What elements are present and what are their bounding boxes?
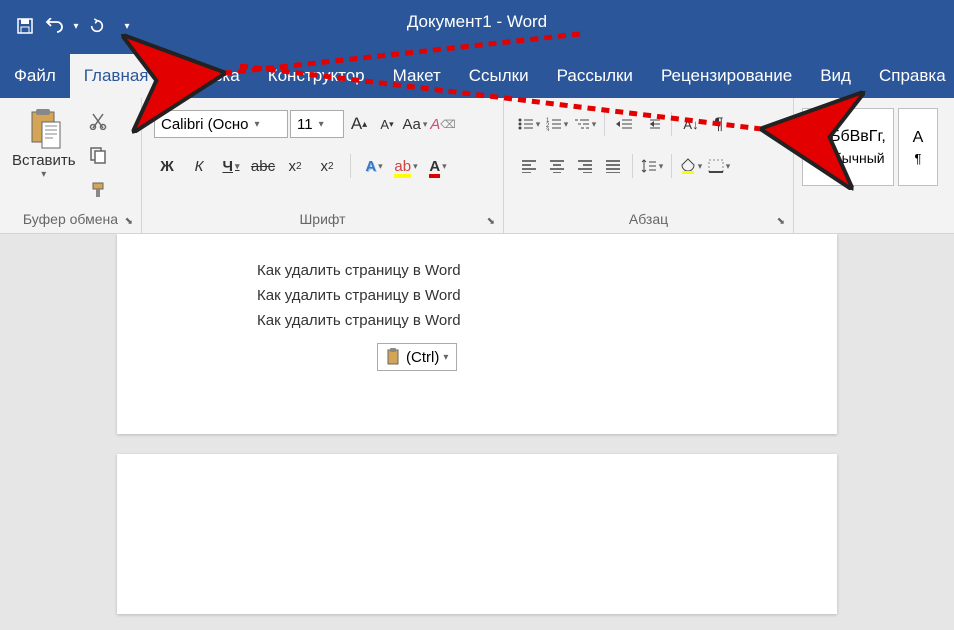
group-styles: АаБбВвГг, ¶ Обычный А ¶ [794, 98, 954, 233]
redo-icon[interactable] [82, 11, 112, 41]
undo-icon[interactable] [40, 11, 70, 41]
tab-review[interactable]: Рецензирование [647, 54, 806, 98]
tab-design[interactable]: Конструктор [254, 54, 379, 98]
tab-layout[interactable]: Макет [379, 54, 455, 98]
page-2[interactable] [117, 454, 837, 614]
align-right-icon[interactable] [572, 153, 598, 179]
highlight-button[interactable]: ab [393, 153, 419, 179]
paste-options-popup[interactable]: (Ctrl) ▾ [377, 343, 457, 371]
qat-more-icon[interactable]: ▾ [112, 11, 142, 41]
clipboard-icon [386, 348, 402, 366]
change-case-button[interactable]: Aa [402, 111, 428, 137]
decrease-indent-icon[interactable] [611, 111, 637, 137]
clipboard-launcher-icon[interactable]: ⬊ [125, 216, 133, 227]
doc-line[interactable]: Как удалить страницу в Word [257, 287, 697, 304]
bullets-button[interactable] [516, 111, 542, 137]
justify-icon[interactable] [600, 153, 626, 179]
paragraph-launcher-icon[interactable]: ⬊ [777, 216, 785, 227]
font-color-button[interactable]: A [425, 153, 451, 179]
doc-line[interactable]: Как удалить страницу в Word [257, 312, 697, 329]
tab-home[interactable]: Главная [70, 54, 163, 98]
save-icon[interactable] [10, 11, 40, 41]
paste-button[interactable]: Вставить ▾ [6, 104, 82, 207]
page-1[interactable]: Как удалить страницу в Word Как удалить … [117, 234, 837, 434]
cut-icon[interactable] [86, 109, 110, 133]
font-name-combo[interactable]: Calibri (Осно▾ [154, 110, 288, 138]
superscript-button[interactable]: x2 [314, 153, 340, 179]
group-paragraph-label: Абзац⬊ [510, 207, 787, 231]
group-clipboard-label: Буфер обмена⬊ [6, 207, 135, 231]
tab-insert[interactable]: Вставка [163, 54, 254, 98]
paste-label: Вставить [12, 152, 76, 169]
style-normal-preview: АаБбВвГг, [810, 128, 886, 146]
font-launcher-icon[interactable]: ⬊ [487, 216, 495, 227]
svg-text:3: 3 [546, 128, 550, 131]
style-next-preview: А [913, 129, 924, 147]
tab-help[interactable]: Справка [865, 54, 954, 98]
italic-button[interactable]: К [186, 153, 212, 179]
sort-button[interactable]: А↓ [678, 111, 704, 137]
clear-format-icon[interactable]: A⌫ [430, 111, 456, 137]
numbering-button[interactable]: 123 [544, 111, 570, 137]
group-font: Calibri (Осно▾ 11▾ A▴ A▾ Aa A⌫ Ж К Ч abc… [142, 98, 504, 233]
align-left-icon[interactable] [516, 153, 542, 179]
increase-indent-icon[interactable] [639, 111, 665, 137]
tab-mailings[interactable]: Рассылки [543, 54, 647, 98]
undo-dropdown-icon[interactable]: ▾ [70, 11, 82, 41]
style-normal[interactable]: АаБбВвГг, ¶ Обычный [802, 108, 894, 186]
show-marks-icon[interactable]: ¶ [706, 111, 732, 137]
group-clipboard: Вставить ▾ Буфер обмена⬊ [0, 98, 142, 233]
bold-button[interactable]: Ж [154, 153, 180, 179]
group-paragraph: 123 А↓ ¶ Абзац⬊ [504, 98, 794, 233]
style-next[interactable]: А ¶ [898, 108, 938, 186]
style-normal-name: ¶ Обычный [811, 150, 884, 166]
copy-icon[interactable] [86, 143, 110, 167]
window-title: Документ1 - Word [327, 12, 627, 32]
titlebar: ▾ ▾ Документ1 - Word [0, 0, 954, 52]
align-center-icon[interactable] [544, 153, 570, 179]
font-size-combo[interactable]: 11▾ [290, 110, 344, 138]
text-effects-button[interactable]: A [361, 153, 387, 179]
borders-button[interactable] [706, 153, 732, 179]
underline-button[interactable]: Ч [218, 153, 244, 179]
tab-view[interactable]: Вид [806, 54, 865, 98]
grow-font-icon[interactable]: A▴ [346, 111, 372, 137]
format-painter-icon[interactable] [86, 178, 110, 202]
tab-file[interactable]: Файл [0, 54, 70, 98]
shrink-font-icon[interactable]: A▾ [374, 111, 400, 137]
document-area[interactable]: Как удалить страницу в Word Как удалить … [0, 234, 954, 630]
shading-button[interactable] [678, 153, 704, 179]
group-font-label: Шрифт⬊ [148, 207, 497, 231]
doc-line[interactable]: Как удалить страницу в Word [257, 262, 697, 279]
line-spacing-button[interactable] [639, 153, 665, 179]
strike-button[interactable]: abc [250, 153, 276, 179]
ribbon: Вставить ▾ Буфер обмена⬊ Calibri (Осно▾ … [0, 98, 954, 234]
multilevel-button[interactable] [572, 111, 598, 137]
paste-popup-label: (Ctrl) [406, 349, 439, 366]
ribbon-tabs: Файл Главная Вставка Конструктор Макет С… [0, 52, 954, 98]
tab-references[interactable]: Ссылки [455, 54, 543, 98]
subscript-button[interactable]: x2 [282, 153, 308, 179]
